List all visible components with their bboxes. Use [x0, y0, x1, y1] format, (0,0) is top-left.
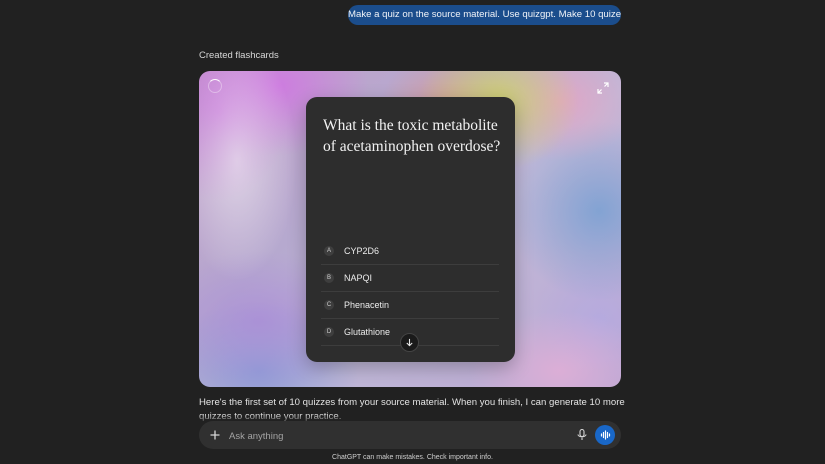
disclaimer-text: ChatGPT can make mistakes. Check importa… — [332, 454, 493, 461]
voice-mode-button[interactable] — [595, 425, 615, 445]
option-text: NAPQI — [344, 273, 373, 283]
option-text: Phenacetin — [344, 300, 390, 310]
created-flashcards-label: Created flashcards — [199, 50, 279, 61]
answer-options: A CYP2D6 B NAPQI C Phenacetin D Glutathi… — [321, 238, 499, 346]
option-letter-badge: A — [324, 246, 334, 256]
plus-icon[interactable] — [208, 428, 222, 442]
user-message-bubble: Make a quiz on the source material. Use … — [348, 5, 621, 25]
microphone-icon[interactable] — [575, 428, 589, 442]
message-composer — [199, 421, 621, 449]
scroll-down-button[interactable] — [400, 333, 419, 352]
answer-option-c[interactable]: C Phenacetin — [321, 292, 499, 319]
flashcards-panel: What is the toxic metabolite of acetamin… — [199, 71, 621, 387]
option-letter-badge: D — [324, 327, 334, 337]
option-text: Glutathione — [344, 327, 391, 337]
quiz-question: What is the toxic metabolite of acetamin… — [323, 117, 501, 155]
option-letter-badge: B — [324, 273, 334, 283]
ask-input[interactable] — [227, 427, 531, 445]
chat-page: Make a quiz on the source material. Use … — [0, 0, 825, 464]
option-text: CYP2D6 — [344, 246, 380, 256]
quiz-card: What is the toxic metabolite of acetamin… — [306, 97, 515, 362]
answer-option-a[interactable]: A CYP2D6 — [321, 238, 499, 265]
spinner-icon — [208, 79, 222, 93]
arrow-down-icon — [406, 338, 413, 347]
voice-waveform-icon — [600, 430, 610, 440]
option-letter-badge: C — [324, 300, 334, 310]
answer-option-b[interactable]: B NAPQI — [321, 265, 499, 292]
expand-icon[interactable] — [597, 82, 609, 94]
